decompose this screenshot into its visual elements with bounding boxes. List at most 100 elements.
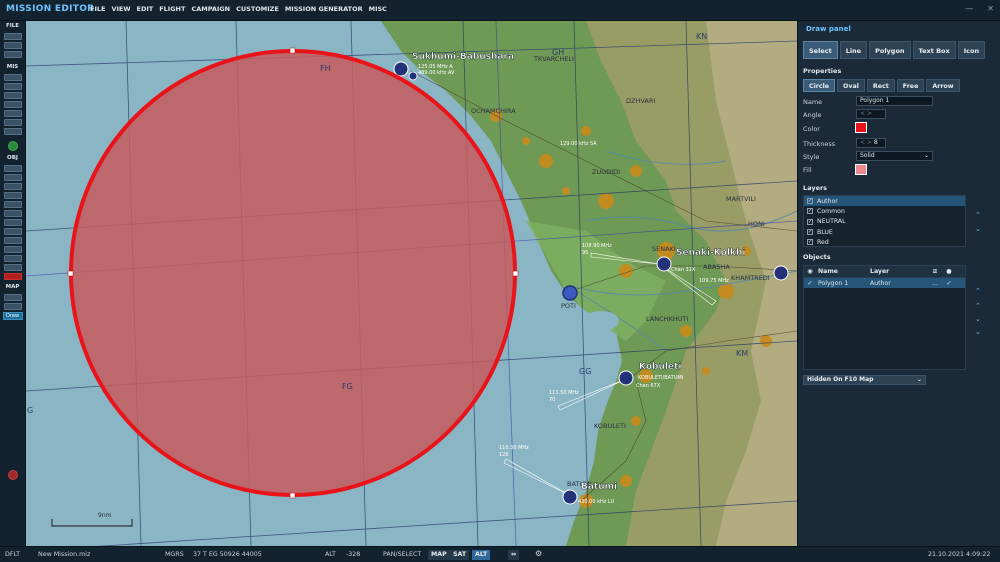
- alt-mode-button[interactable]: ALT: [472, 550, 491, 560]
- minimize-icon[interactable]: —: [965, 4, 973, 13]
- mission-goals-button[interactable]: [3, 119, 22, 126]
- map-view[interactable]: FH FG GH GG KN KM G TKVARCHELI OCHAMCHIR…: [26, 21, 797, 546]
- fill-swatch[interactable]: [855, 164, 867, 175]
- settings-gear-icon[interactable]: ⚙: [535, 549, 542, 558]
- col-layer-header[interactable]: Layer: [868, 268, 928, 275]
- grid-button[interactable]: [3, 264, 22, 271]
- trigger-zone-button[interactable]: [3, 101, 22, 108]
- shape-tab-circle[interactable]: Circle: [803, 79, 836, 92]
- airfield-kutaisi-marker[interactable]: [773, 265, 789, 281]
- move-bottom-icon[interactable]: ⌄: [975, 328, 981, 336]
- airfield-senaki-marker[interactable]: [656, 256, 672, 272]
- menu-misc[interactable]: MISC: [369, 5, 387, 13]
- move-top-icon[interactable]: ⌃: [975, 287, 981, 295]
- circle-handle-left[interactable]: [67, 270, 74, 277]
- toolbar-toggle-icon[interactable]: ⇔: [508, 550, 520, 560]
- bullseye-button[interactable]: [3, 237, 22, 244]
- delete-button[interactable]: [3, 273, 22, 280]
- layer-item-red[interactable]: ✓ Red: [804, 237, 965, 247]
- airfield-kobuleti-marker[interactable]: [618, 370, 634, 386]
- menu-mission-generator[interactable]: MISSION GENERATOR: [285, 5, 363, 13]
- angle-stepper[interactable]: < >: [856, 109, 886, 119]
- layer-item-author[interactable]: ✓ Author: [804, 196, 965, 207]
- check-icon[interactable]: ✓: [807, 198, 813, 205]
- pin-icon[interactable]: ●: [942, 268, 956, 275]
- object-more-button[interactable]: ...: [928, 280, 942, 287]
- tab-polygon[interactable]: Polygon: [869, 41, 911, 59]
- map-options-button[interactable]: [3, 294, 22, 301]
- circle-handle-bottom[interactable]: [289, 492, 296, 499]
- close-icon[interactable]: ✕: [987, 4, 994, 13]
- check-icon[interactable]: ✓: [807, 239, 813, 246]
- triggers-button[interactable]: [3, 110, 22, 117]
- shape-tab-oval[interactable]: Oval: [837, 79, 865, 92]
- thickness-stepper[interactable]: < > 8: [856, 138, 886, 148]
- layer-item-neutral[interactable]: ✓ NEUTRAL: [804, 217, 965, 227]
- airfield-batumi-marker[interactable]: [562, 489, 578, 505]
- status-coord-system[interactable]: MGRS: [165, 551, 184, 558]
- menu-edit[interactable]: EDIT: [137, 5, 154, 13]
- check-icon[interactable]: ✓: [942, 280, 956, 287]
- table-row[interactable]: ✓ Polygon 1 Author ... ✓: [804, 278, 965, 288]
- record-icon[interactable]: [7, 470, 18, 480]
- sat-mode-button[interactable]: SAT: [450, 550, 470, 560]
- map-ruler-button[interactable]: [3, 303, 22, 310]
- tab-text-box[interactable]: Text Box: [912, 41, 956, 59]
- move-down-icon[interactable]: ⌄: [975, 315, 981, 323]
- menu-view[interactable]: VIEW: [111, 5, 130, 13]
- place-zugdidi: ZUGDIDI: [592, 168, 620, 176]
- visibility-select[interactable]: Hidden On F10 Map ⌄: [803, 375, 926, 385]
- layers-icon[interactable]: ≡: [928, 268, 942, 275]
- check-icon[interactable]: ✓: [807, 229, 813, 236]
- shape-tab-free[interactable]: Free: [896, 79, 925, 92]
- layer-up-icon[interactable]: ⌃: [975, 211, 981, 219]
- circle-handle-right[interactable]: [512, 270, 519, 277]
- templates-button[interactable]: [3, 219, 22, 226]
- poti-port-marker[interactable]: [562, 285, 578, 301]
- armor-button[interactable]: [3, 192, 22, 199]
- menu-customize[interactable]: CUSTOMIZE: [236, 5, 279, 13]
- static-objects-button[interactable]: [3, 201, 22, 208]
- open-mission-button[interactable]: [3, 42, 22, 49]
- map-mode-button[interactable]: MAP: [428, 550, 450, 560]
- layer-down-icon[interactable]: ⌄: [975, 225, 981, 233]
- tab-select[interactable]: Select: [803, 41, 838, 59]
- layer-item-common[interactable]: ✓ Common: [804, 206, 965, 216]
- shape-tab-rect[interactable]: Rect: [866, 79, 895, 92]
- move-up-icon[interactable]: ⌃: [975, 302, 981, 310]
- tab-icon[interactable]: Icon: [957, 41, 986, 59]
- save-mission-button[interactable]: [3, 51, 22, 58]
- briefing-button[interactable]: [3, 128, 22, 135]
- main-menu: FILE VIEW EDIT FLIGHT CAMPAIGN CUSTOMIZE…: [90, 5, 387, 13]
- name-field[interactable]: Polygon 1: [856, 96, 933, 106]
- static-objects-2-button[interactable]: [3, 210, 22, 217]
- color-swatch[interactable]: [855, 122, 867, 133]
- ground-vehicles-button[interactable]: [3, 183, 22, 190]
- tab-line[interactable]: Line: [839, 41, 868, 59]
- draw-button[interactable]: Draw: [2, 312, 23, 320]
- circle-handle-top[interactable]: [289, 47, 296, 54]
- helicopter-group-button[interactable]: [3, 92, 22, 99]
- new-mission-button[interactable]: [3, 33, 22, 40]
- map-canvas[interactable]: FH FG GH GG KN KM G TKVARCHELI OCHAMCHIR…: [26, 21, 797, 546]
- shapes-button[interactable]: [3, 255, 22, 262]
- ships-button[interactable]: [3, 174, 22, 181]
- eye-icon[interactable]: ◉: [804, 268, 816, 275]
- aircraft-button[interactable]: [3, 165, 22, 172]
- check-icon[interactable]: ✓: [807, 218, 813, 225]
- shape-tab-arrow[interactable]: Arrow: [926, 79, 960, 92]
- weather-button[interactable]: [3, 74, 22, 81]
- trigger-tools-button[interactable]: [3, 246, 22, 253]
- menu-campaign[interactable]: CAMPAIGN: [191, 5, 230, 13]
- nav-point-button[interactable]: [3, 228, 22, 235]
- style-select[interactable]: Solid ⌄: [856, 151, 933, 161]
- layer-item-blue[interactable]: ✓ BLUE: [804, 227, 965, 237]
- plane-group-button[interactable]: [3, 83, 22, 90]
- drawn-circle-polygon-1[interactable]: [67, 47, 519, 499]
- check-icon[interactable]: ✓: [807, 208, 813, 215]
- menu-file[interactable]: FILE: [90, 5, 105, 13]
- check-icon[interactable]: ✓: [804, 280, 816, 287]
- col-name-header[interactable]: Name: [816, 268, 868, 275]
- menu-flight[interactable]: FLIGHT: [159, 5, 185, 13]
- coalition-icon[interactable]: [7, 141, 18, 151]
